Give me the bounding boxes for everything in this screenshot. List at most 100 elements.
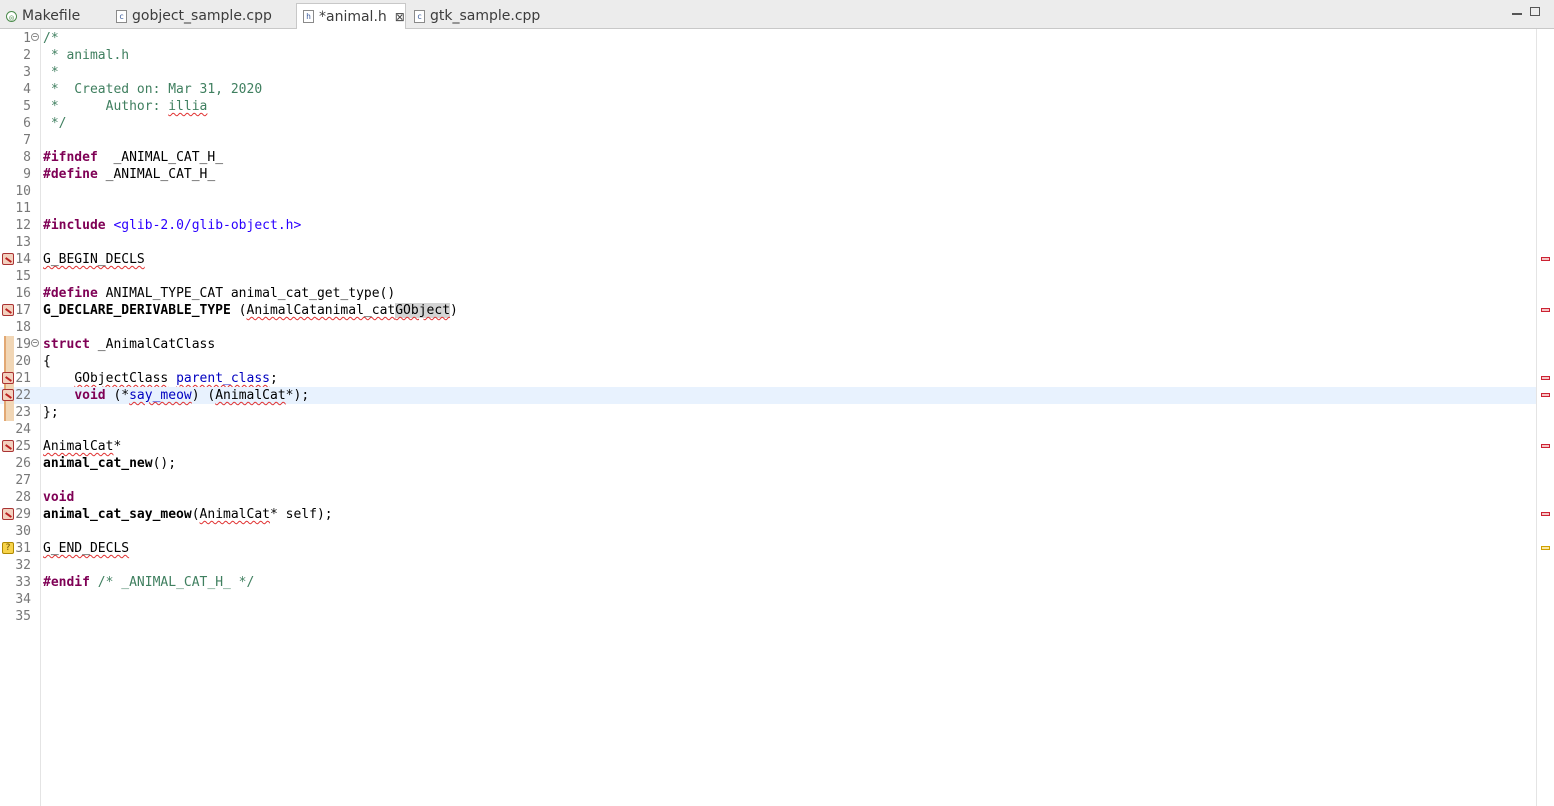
code-line[interactable]: 14 G_BEGIN_DECLS	[0, 251, 1536, 268]
code-line[interactable]: 16 #define ANIMAL_TYPE_CAT animal_cat_get…	[0, 285, 1536, 302]
code-line[interactable]: 27	[0, 472, 1536, 489]
code-line[interactable]: 6 */	[0, 115, 1536, 132]
code-text: G_END_DECLS	[43, 540, 129, 557]
code-token: AnimalCat	[246, 303, 317, 318]
code-token: #ifndef	[43, 150, 98, 165]
code-text: #include <glib-2.0/glib-object.h>	[43, 217, 301, 234]
code-token: struct	[43, 337, 90, 352]
code-editor[interactable]: 1−/* 2 * animal.h 3 * 4 * Created on: Mar 3…	[0, 29, 1554, 806]
code-line[interactable]: 29 animal_cat_say_meow(AnimalCat* self);	[0, 506, 1536, 523]
overview-error-marker[interactable]	[1541, 393, 1550, 397]
line-number: 24	[15, 422, 31, 437]
minimize-icon[interactable]	[1512, 11, 1522, 15]
code-line[interactable]: 18	[0, 319, 1536, 336]
code-token: ;	[269, 371, 278, 386]
code-line[interactable]: 13	[0, 234, 1536, 251]
code-line[interactable]: 23};	[0, 404, 1536, 421]
line-number: 12	[15, 218, 31, 233]
line-number: 5	[23, 99, 31, 114]
tab-makefile[interactable]: ◎ Makefile	[0, 4, 110, 28]
code-line[interactable]: 19− struct _AnimalCatClass	[0, 336, 1536, 353]
line-number: 9	[23, 167, 31, 182]
tab-gtk-sample[interactable]: c gtk_sample.cpp	[408, 4, 558, 28]
code-line[interactable]: 21 GObjectClass parent_class;	[0, 370, 1536, 387]
code-line[interactable]: 33 #endif /* _ANIMAL_CAT_H_ */	[0, 574, 1536, 591]
code-token: _ANIMAL_CAT_H_	[97, 150, 224, 165]
close-icon[interactable]: ⊠	[395, 10, 405, 24]
code-token: (	[191, 507, 200, 522]
code-text: */	[43, 115, 67, 132]
tab-gobject-sample[interactable]: c gobject_sample.cpp	[110, 4, 296, 28]
line-number: 32	[15, 558, 31, 573]
overview-error-marker[interactable]	[1541, 257, 1550, 261]
code-token: (	[230, 303, 247, 318]
code-token: {	[43, 354, 51, 369]
line-number: 7	[23, 133, 31, 148]
code-line[interactable]: 26 animal_cat_new();	[0, 455, 1536, 472]
code-token: #define	[43, 167, 98, 182]
line-number: 35	[15, 609, 31, 624]
code-line[interactable]: 4 * Created on: Mar 31, 2020	[0, 81, 1536, 98]
code-token: (*	[105, 388, 130, 403]
code-line[interactable]: 5 * Author: illia	[0, 98, 1536, 115]
code-line[interactable]: 11	[0, 200, 1536, 217]
code-token: <glib-2.0/glib-object.h>	[113, 218, 302, 233]
code-line[interactable]: 30	[0, 523, 1536, 540]
overview-error-marker[interactable]	[1541, 308, 1550, 312]
overview-ruler[interactable]	[1536, 29, 1554, 806]
fold-toggle-icon[interactable]: −	[31, 339, 39, 347]
code-text: animal_cat_say_meow(AnimalCat* self);	[43, 506, 333, 523]
line-number: 22	[15, 388, 31, 403]
code-text: animal_cat_new();	[43, 455, 176, 472]
line-number: 25	[15, 439, 31, 454]
code-line[interactable]: 1−/*	[0, 30, 1536, 47]
code-line[interactable]: 28 void	[0, 489, 1536, 506]
code-token: )	[450, 303, 458, 318]
code-line[interactable]: 2 * animal.h	[0, 47, 1536, 64]
code-token: AnimalCat	[199, 507, 270, 522]
editor-tab-bar: ◎ Makefile c gobject_sample.cpp h *anima…	[0, 0, 1554, 29]
code-line[interactable]: 10	[0, 183, 1536, 200]
code-line[interactable]: 32	[0, 557, 1536, 574]
code-line[interactable]: 35	[0, 608, 1536, 625]
code-token: };	[43, 405, 59, 420]
line-number: 13	[15, 235, 31, 250]
code-line[interactable]: 17 G_DECLARE_DERIVABLE_TYPE (AnimalCatani…	[0, 302, 1536, 319]
code-token: animal_cat	[316, 303, 396, 318]
code-line[interactable]: 9 #define _ANIMAL_CAT_H_	[0, 166, 1536, 183]
overview-error-marker[interactable]	[1541, 444, 1550, 448]
code-line[interactable]: 15	[0, 268, 1536, 285]
code-line[interactable]: ? 31 G_END_DECLS	[0, 540, 1536, 557]
tab-label: gobject_sample.cpp	[132, 8, 272, 24]
code-text: * Author: illia	[43, 98, 208, 115]
code-token: ();	[152, 456, 177, 471]
code-line[interactable]: 3 *	[0, 64, 1536, 81]
overview-error-marker[interactable]	[1541, 376, 1550, 380]
line-number: 28	[15, 490, 31, 505]
line-number: 14	[15, 252, 31, 267]
code-token: void	[74, 388, 106, 403]
code-line[interactable]: 8 #ifndef _ANIMAL_CAT_H_	[0, 149, 1536, 166]
code-text: #ifndef _ANIMAL_CAT_H_	[43, 149, 223, 166]
tab-animal-h[interactable]: h *animal.h ⊠	[296, 3, 406, 29]
code-text: * animal.h	[43, 47, 129, 64]
overview-error-marker[interactable]	[1541, 512, 1550, 516]
code-line[interactable]: 24	[0, 421, 1536, 438]
code-line[interactable]: 12 #include <glib-2.0/glib-object.h>	[0, 217, 1536, 234]
code-line[interactable]: 34	[0, 591, 1536, 608]
code-token: #endif	[43, 575, 90, 590]
code-line[interactable]: 25 AnimalCat*	[0, 438, 1536, 455]
fold-toggle-icon[interactable]: −	[31, 33, 39, 41]
line-number: 34	[15, 592, 31, 607]
line-number: 30	[15, 524, 31, 539]
code-line[interactable]: 7	[0, 132, 1536, 149]
overview-warning-marker[interactable]	[1541, 546, 1550, 550]
code-line[interactable]: 22 void (*say_meow) (AnimalCat*);	[0, 387, 1536, 404]
code-line[interactable]: 20 {	[0, 353, 1536, 370]
code-token: G_BEGIN_DECLS	[43, 252, 145, 267]
code-text: #endif /* _ANIMAL_CAT_H_ */	[43, 574, 254, 591]
maximize-icon[interactable]	[1530, 7, 1540, 16]
code-token: G_END_DECLS	[43, 541, 130, 556]
